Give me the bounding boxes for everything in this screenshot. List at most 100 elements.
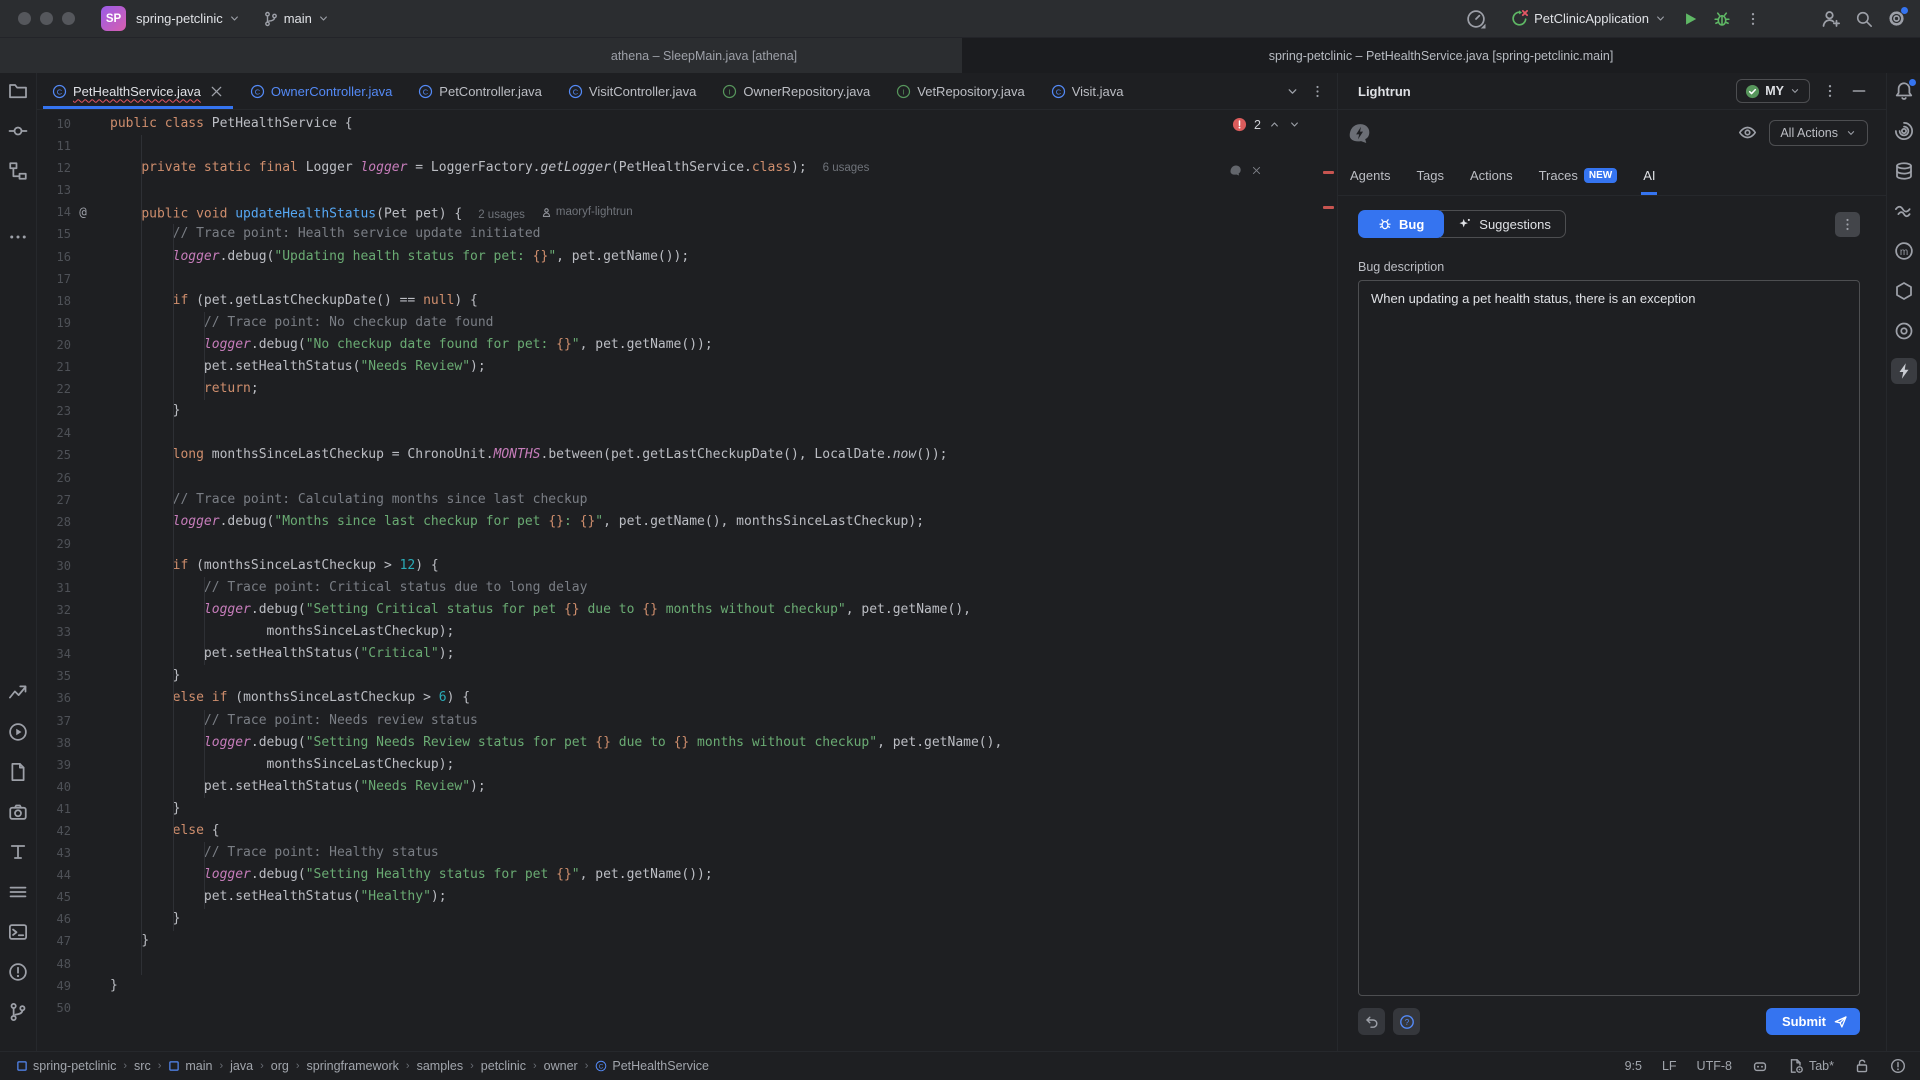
code-line[interactable]: 10public class PetHealthService { [37, 113, 1337, 135]
editor-tab-PetController.java[interactable]: CPetController.java [405, 73, 555, 109]
breadcrumb-java[interactable]: java [230, 1059, 253, 1073]
gutter-annotation-icon[interactable]: @ [71, 201, 95, 223]
error-count-icon[interactable] [1232, 117, 1247, 132]
code-line[interactable]: 27 // Trace point: Calculating months si… [37, 489, 1337, 511]
code-line[interactable]: 31 // Trace point: Critical status due t… [37, 577, 1337, 599]
code-line[interactable]: 47 } [37, 930, 1337, 952]
bug-mode-button[interactable]: Bug [1358, 210, 1444, 238]
window-tab-athena[interactable]: athena – SleepMain.java [athena] [0, 38, 962, 73]
breadcrumb-PetHealthService[interactable]: CPetHealthService [595, 1059, 709, 1073]
tool-folder-icon[interactable] [5, 78, 31, 104]
lightrun-tab-Traces[interactable]: TracesNEW [1539, 155, 1618, 195]
tool-lightrun-tool-icon[interactable] [1891, 358, 1917, 384]
settings-button[interactable] [1887, 9, 1906, 28]
line-ending-indicator[interactable]: LF [1662, 1059, 1677, 1073]
tab-options-button[interactable] [1310, 84, 1325, 99]
tool-hive-icon[interactable] [1891, 278, 1917, 304]
editor-tab-VetRepository.java[interactable]: IVetRepository.java [883, 73, 1037, 109]
code-line[interactable]: 28 logger.debug("Months since last check… [37, 511, 1337, 533]
tool-structure-icon[interactable] [5, 158, 31, 184]
code-line[interactable]: 46 } [37, 908, 1337, 930]
lightrun-tab-Agents[interactable]: Agents [1350, 155, 1390, 195]
inlay-hint[interactable]: maoryf-lightrun [541, 201, 633, 223]
tool-run-circle-icon[interactable] [5, 719, 31, 745]
code-line[interactable]: 22 return; [37, 378, 1337, 400]
indent-indicator[interactable]: Tab* [1788, 1058, 1834, 1074]
code-line[interactable]: 42 else { [37, 820, 1337, 842]
lightrun-tab-AI[interactable]: AI [1643, 155, 1655, 195]
code-line[interactable]: 14@ public void updateHealthStatus(Pet p… [37, 201, 1337, 223]
lightrun-hint-icon[interactable] [1228, 162, 1244, 178]
tool-waves-icon[interactable] [1891, 198, 1917, 224]
search-everywhere-button[interactable] [1855, 10, 1873, 28]
code-line[interactable]: 20 logger.debug("No checkup date found f… [37, 334, 1337, 356]
code-line[interactable]: 41 } [37, 798, 1337, 820]
prev-error-button[interactable] [1268, 118, 1281, 131]
tool-trend-icon[interactable] [5, 679, 31, 705]
code-line[interactable]: 25 long monthsSinceLastCheckup = ChronoU… [37, 444, 1337, 466]
code-line[interactable]: 33 monthsSinceLastCheckup); [37, 621, 1337, 643]
help-button[interactable]: ? [1393, 1008, 1420, 1035]
run-configuration-selector[interactable]: PetClinicApplication [1510, 9, 1667, 28]
close-icon[interactable] [1251, 165, 1262, 176]
close-window-button[interactable] [18, 12, 31, 25]
tool-gradle-icon[interactable] [1891, 318, 1917, 344]
inspections-indicator[interactable] [1890, 1058, 1906, 1074]
code-line[interactable]: 16 logger.debug("Updating health status … [37, 246, 1337, 268]
editor-tab-Visit.java[interactable]: CVisit.java [1038, 73, 1137, 109]
breadcrumb-main[interactable]: main [168, 1059, 212, 1073]
editor-tab-VisitController.java[interactable]: CVisitController.java [555, 73, 709, 109]
tool-database-icon[interactable] [1891, 158, 1917, 184]
tool-ai-assistant-icon[interactable] [1891, 118, 1917, 144]
actions-filter-dropdown[interactable]: All Actions [1769, 120, 1868, 146]
code-line[interactable]: 13 [37, 179, 1337, 201]
hidden-tabs-button[interactable] [1285, 84, 1300, 99]
code-line[interactable]: 26 [37, 467, 1337, 489]
breadcrumb-owner[interactable]: owner [544, 1059, 578, 1073]
tool-notes-icon[interactable] [5, 759, 31, 785]
code-editor[interactable]: 10public class PetHealthService {1112 pr… [37, 110, 1337, 1051]
code-line[interactable]: 36 else if (monthsSinceLastCheckup > 6) … [37, 687, 1337, 709]
breadcrumb-spring-petclinic[interactable]: spring-petclinic [16, 1059, 116, 1073]
code-line[interactable]: 30 if (monthsSinceLastCheckup > 12) { [37, 555, 1337, 577]
code-line[interactable]: 37 // Trace point: Needs review status [37, 710, 1337, 732]
branch-selector[interactable]: main [263, 11, 330, 27]
undo-button[interactable] [1358, 1008, 1385, 1035]
suggestions-mode-button[interactable]: Suggestions [1440, 210, 1566, 238]
submit-button[interactable]: Submit [1766, 1008, 1860, 1035]
code-line[interactable]: 43 // Trace point: Healthy status [37, 842, 1337, 864]
tool-terminal-icon[interactable] [5, 919, 31, 945]
code-line[interactable]: 35 } [37, 665, 1337, 687]
minimize-window-button[interactable] [40, 12, 53, 25]
hide-panel-button[interactable] [1850, 82, 1868, 100]
breadcrumb-samples[interactable]: samples [417, 1059, 464, 1073]
code-line[interactable]: 48 [37, 953, 1337, 975]
code-line[interactable]: 19 // Trace point: No checkup date found [37, 312, 1337, 334]
scope-selector[interactable]: MY [1736, 79, 1810, 103]
code-line[interactable]: 24 [37, 422, 1337, 444]
code-line[interactable]: 12 private static final Logger logger = … [37, 157, 1337, 179]
window-tab-petclinic[interactable]: spring-petclinic – PetHealthService.java… [962, 38, 1920, 73]
code-line[interactable]: 15 // Trace point: Health service update… [37, 223, 1337, 245]
panel-options-button[interactable] [1822, 82, 1838, 100]
more-actions-button[interactable] [1745, 10, 1761, 28]
inlay-hint[interactable]: 6 usages [823, 157, 870, 179]
editor-tab-OwnerController.java[interactable]: COwnerController.java [237, 73, 405, 109]
code-line[interactable]: 18 if (pet.getLastCheckupDate() == null)… [37, 290, 1337, 312]
code-line[interactable]: 11 [37, 135, 1337, 157]
breadcrumb-org[interactable]: org [271, 1059, 289, 1073]
encoding-indicator[interactable]: UTF-8 [1697, 1059, 1732, 1073]
tool-menu-icon[interactable] [5, 879, 31, 905]
code-line[interactable]: 39 monthsSinceLastCheckup); [37, 754, 1337, 776]
code-line[interactable]: 32 logger.debug("Setting Critical status… [37, 599, 1337, 621]
close-tab-button[interactable] [209, 84, 224, 99]
tool-problems-icon[interactable] [5, 959, 31, 985]
tool-camera-icon[interactable] [5, 799, 31, 825]
code-line[interactable]: 17 [37, 268, 1337, 290]
copilot-status[interactable] [1752, 1058, 1768, 1074]
code-with-me-button[interactable] [1821, 9, 1841, 29]
code-line[interactable]: 49} [37, 975, 1337, 997]
code-line[interactable]: 45 pet.setHealthStatus("Healthy"); [37, 886, 1337, 908]
bug-description-input[interactable]: When updating a pet health status, there… [1358, 280, 1860, 996]
breadcrumb-src[interactable]: src [134, 1059, 151, 1073]
